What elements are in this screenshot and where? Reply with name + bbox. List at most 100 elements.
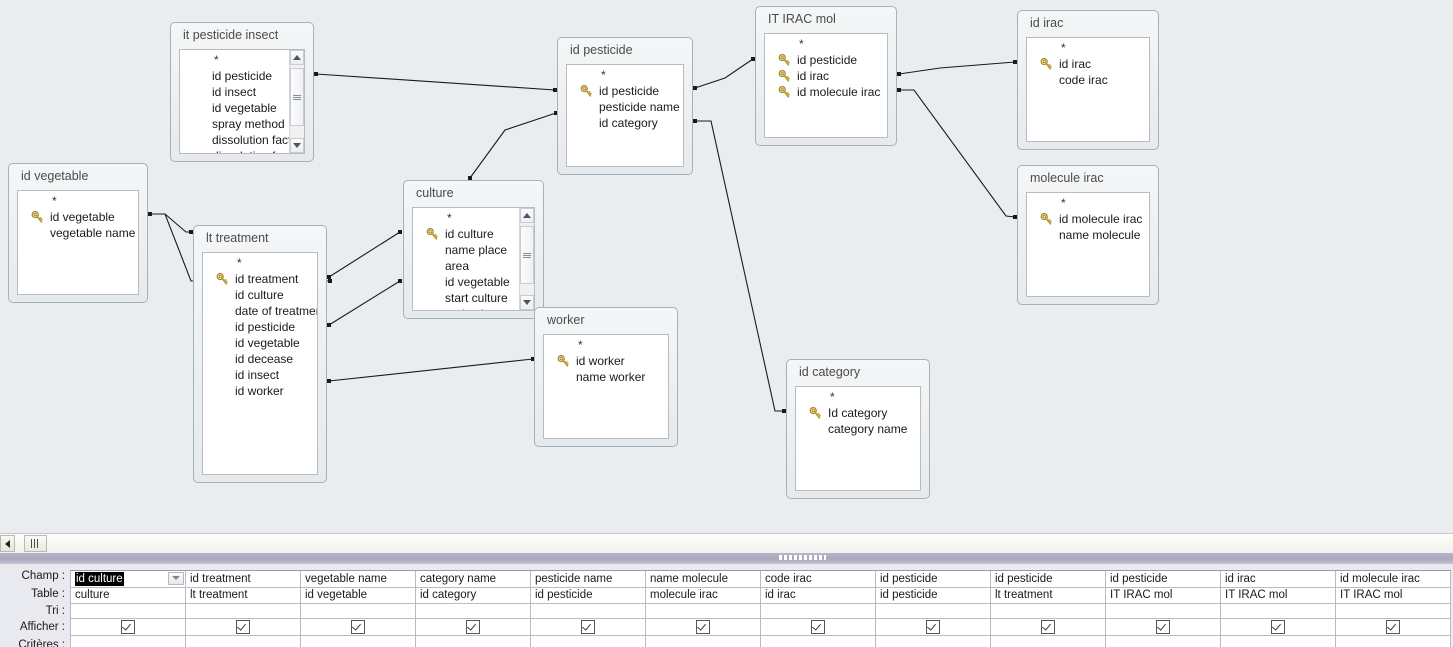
grid-cell-criteria[interactable] bbox=[645, 634, 761, 647]
chevron-down-icon[interactable] bbox=[168, 571, 184, 585]
relationship-line[interactable] bbox=[328, 358, 534, 382]
grid-cell-table[interactable]: id pesticide bbox=[875, 586, 991, 604]
show-checkbox[interactable] bbox=[351, 619, 365, 634]
query-design-grid[interactable]: Champ : Table : Tri : Afficher : Critères : … bbox=[0, 564, 1453, 647]
grid-cell-sort[interactable] bbox=[1220, 602, 1336, 619]
field-item[interactable]: vegetable name bbox=[18, 225, 138, 241]
field-item[interactable]: code irac bbox=[1027, 72, 1149, 88]
grid-cell-sort[interactable] bbox=[300, 602, 416, 619]
field-item[interactable]: id category bbox=[567, 115, 683, 131]
field-all-asterisk[interactable]: * bbox=[567, 68, 683, 83]
grid-cell-criteria[interactable] bbox=[70, 634, 186, 647]
grid-cell-show[interactable] bbox=[300, 617, 416, 636]
table-field-list[interactable]: * id pesticide id irac id molecule irac bbox=[764, 33, 888, 138]
grid-cell-show[interactable] bbox=[1335, 617, 1451, 636]
field-item[interactable]: id vegetable bbox=[180, 100, 289, 116]
table-field-list[interactable]: * id pesticide pesticide name id category bbox=[566, 64, 684, 167]
field-item[interactable]: id molecule irac bbox=[1027, 211, 1149, 227]
diagram-horizontal-scrollbar[interactable] bbox=[0, 533, 1453, 553]
field-item[interactable]: id decease bbox=[203, 351, 317, 367]
field-item[interactable]: dissolution fact bbox=[180, 132, 289, 148]
table-box-id-vegetable[interactable]: id vegetable * id vegetable vegetable name bbox=[8, 163, 148, 303]
field-item[interactable]: name worker bbox=[544, 369, 668, 385]
table-box-id-pesticide[interactable]: id pesticide * id pesticide pesticide name i… bbox=[557, 37, 693, 175]
grid-cell-table[interactable]: id vegetable bbox=[300, 586, 416, 604]
show-checkbox[interactable] bbox=[121, 619, 135, 634]
grid-cell-show[interactable] bbox=[1220, 617, 1336, 636]
grid-cell-criteria[interactable] bbox=[990, 634, 1106, 647]
table-box-worker[interactable]: worker * id worker name worker bbox=[534, 307, 678, 447]
scroll-down-arrow-icon[interactable] bbox=[520, 295, 534, 310]
grid-cell-show[interactable] bbox=[415, 617, 531, 636]
grid-cell-field[interactable]: pesticide name bbox=[530, 569, 646, 588]
grid-cell-field[interactable]: category name bbox=[415, 569, 531, 588]
field-item[interactable]: category name bbox=[796, 421, 920, 437]
grid-cell-field[interactable]: vegetable name bbox=[300, 569, 416, 588]
table-box-lt-treatment[interactable]: lt treatment * id treatment id culture date … bbox=[193, 225, 327, 483]
relationship-line[interactable] bbox=[695, 120, 784, 412]
grid-cell-field[interactable]: id treatment bbox=[185, 569, 301, 588]
field-item[interactable]: id worker bbox=[544, 353, 668, 369]
grid-cell-sort[interactable] bbox=[645, 602, 761, 619]
grid-cell-criteria[interactable] bbox=[300, 634, 416, 647]
field-item[interactable]: area bbox=[413, 258, 519, 274]
field-list-scrollbar[interactable] bbox=[289, 50, 304, 153]
table-field-list[interactable]: * id vegetable vegetable name bbox=[17, 190, 139, 295]
table-box-it-pesticide-insect[interactable]: it pesticide insect * id pesticide id insec… bbox=[170, 22, 314, 162]
field-item[interactable]: Id category bbox=[796, 405, 920, 421]
grid-cell-field[interactable]: id pesticide bbox=[875, 569, 991, 588]
grid-cell-table[interactable]: lt treatment bbox=[185, 586, 301, 604]
scroll-up-arrow-icon[interactable] bbox=[290, 50, 304, 65]
grid-cell-criteria[interactable] bbox=[185, 634, 301, 647]
grid-cell-sort[interactable] bbox=[530, 602, 646, 619]
table-box-culture[interactable]: culture * id culture name place area id veget… bbox=[403, 180, 544, 319]
table-box-id-category[interactable]: id category * Id category category name bbox=[786, 359, 930, 499]
grid-cell-criteria[interactable] bbox=[415, 634, 531, 647]
grid-cell-table[interactable]: id irac bbox=[760, 586, 876, 604]
table-box-molecule-irac[interactable]: molecule irac * id molecule irac name molec… bbox=[1017, 165, 1159, 305]
field-item[interactable]: id vegetable bbox=[18, 209, 138, 225]
grid-cell-table[interactable]: culture bbox=[70, 586, 186, 604]
show-checkbox[interactable] bbox=[236, 619, 250, 634]
show-checkbox[interactable] bbox=[1386, 619, 1400, 634]
field-list-scrollbar[interactable] bbox=[519, 208, 534, 310]
field-all-asterisk[interactable]: * bbox=[413, 211, 519, 226]
field-item[interactable]: id worker bbox=[203, 383, 317, 399]
field-item[interactable]: id vegetable bbox=[203, 335, 317, 351]
scroll-up-arrow-icon[interactable] bbox=[520, 208, 534, 223]
field-scroll-thumb[interactable] bbox=[290, 68, 304, 126]
grid-cell-show[interactable] bbox=[645, 617, 761, 636]
field-item[interactable]: name place bbox=[413, 242, 519, 258]
table-box-it-irac-mol[interactable]: IT IRAC mol * id pesticide id irac id molecu… bbox=[755, 6, 897, 146]
grid-cell-sort[interactable] bbox=[875, 602, 991, 619]
relationship-line[interactable] bbox=[899, 89, 1016, 218]
field-item[interactable]: end culture bbox=[413, 306, 519, 310]
show-checkbox[interactable] bbox=[1156, 619, 1170, 634]
relationship-line[interactable] bbox=[694, 58, 754, 89]
grid-cell-table[interactable]: IT IRAC mol bbox=[1335, 586, 1451, 604]
field-item[interactable]: id insect bbox=[203, 367, 317, 383]
grid-cell-field[interactable]: id irac bbox=[1220, 569, 1336, 588]
table-field-list[interactable]: * id treatment id culture date of treatment… bbox=[202, 252, 318, 475]
table-field-list[interactable]: * id irac code irac bbox=[1026, 37, 1150, 142]
relationship-line[interactable] bbox=[150, 213, 191, 233]
grid-cell-criteria[interactable] bbox=[1335, 634, 1451, 647]
show-checkbox[interactable] bbox=[926, 619, 940, 634]
grid-cell-sort[interactable] bbox=[1335, 602, 1451, 619]
table-field-list[interactable]: * Id category category name bbox=[795, 386, 921, 491]
field-item[interactable]: id pesticide bbox=[765, 52, 887, 68]
show-checkbox[interactable] bbox=[581, 619, 595, 634]
grid-cell-show[interactable] bbox=[875, 617, 991, 636]
grid-cell-field[interactable]: id culture bbox=[70, 569, 186, 588]
field-item[interactable]: id molecule irac bbox=[765, 84, 887, 100]
horizontal-scroll-thumb[interactable] bbox=[24, 535, 47, 552]
field-item[interactable]: id treatment bbox=[203, 271, 317, 287]
relationship-line[interactable] bbox=[898, 61, 1016, 75]
grid-cell-show[interactable] bbox=[1105, 617, 1221, 636]
field-item[interactable]: start culture bbox=[413, 290, 519, 306]
field-item[interactable]: pesticide name bbox=[567, 99, 683, 115]
field-item[interactable]: id pesticide bbox=[567, 83, 683, 99]
show-checkbox[interactable] bbox=[1271, 619, 1285, 634]
table-field-list[interactable]: * id worker name worker bbox=[543, 334, 669, 439]
field-item[interactable]: date of treatment bbox=[203, 303, 317, 319]
